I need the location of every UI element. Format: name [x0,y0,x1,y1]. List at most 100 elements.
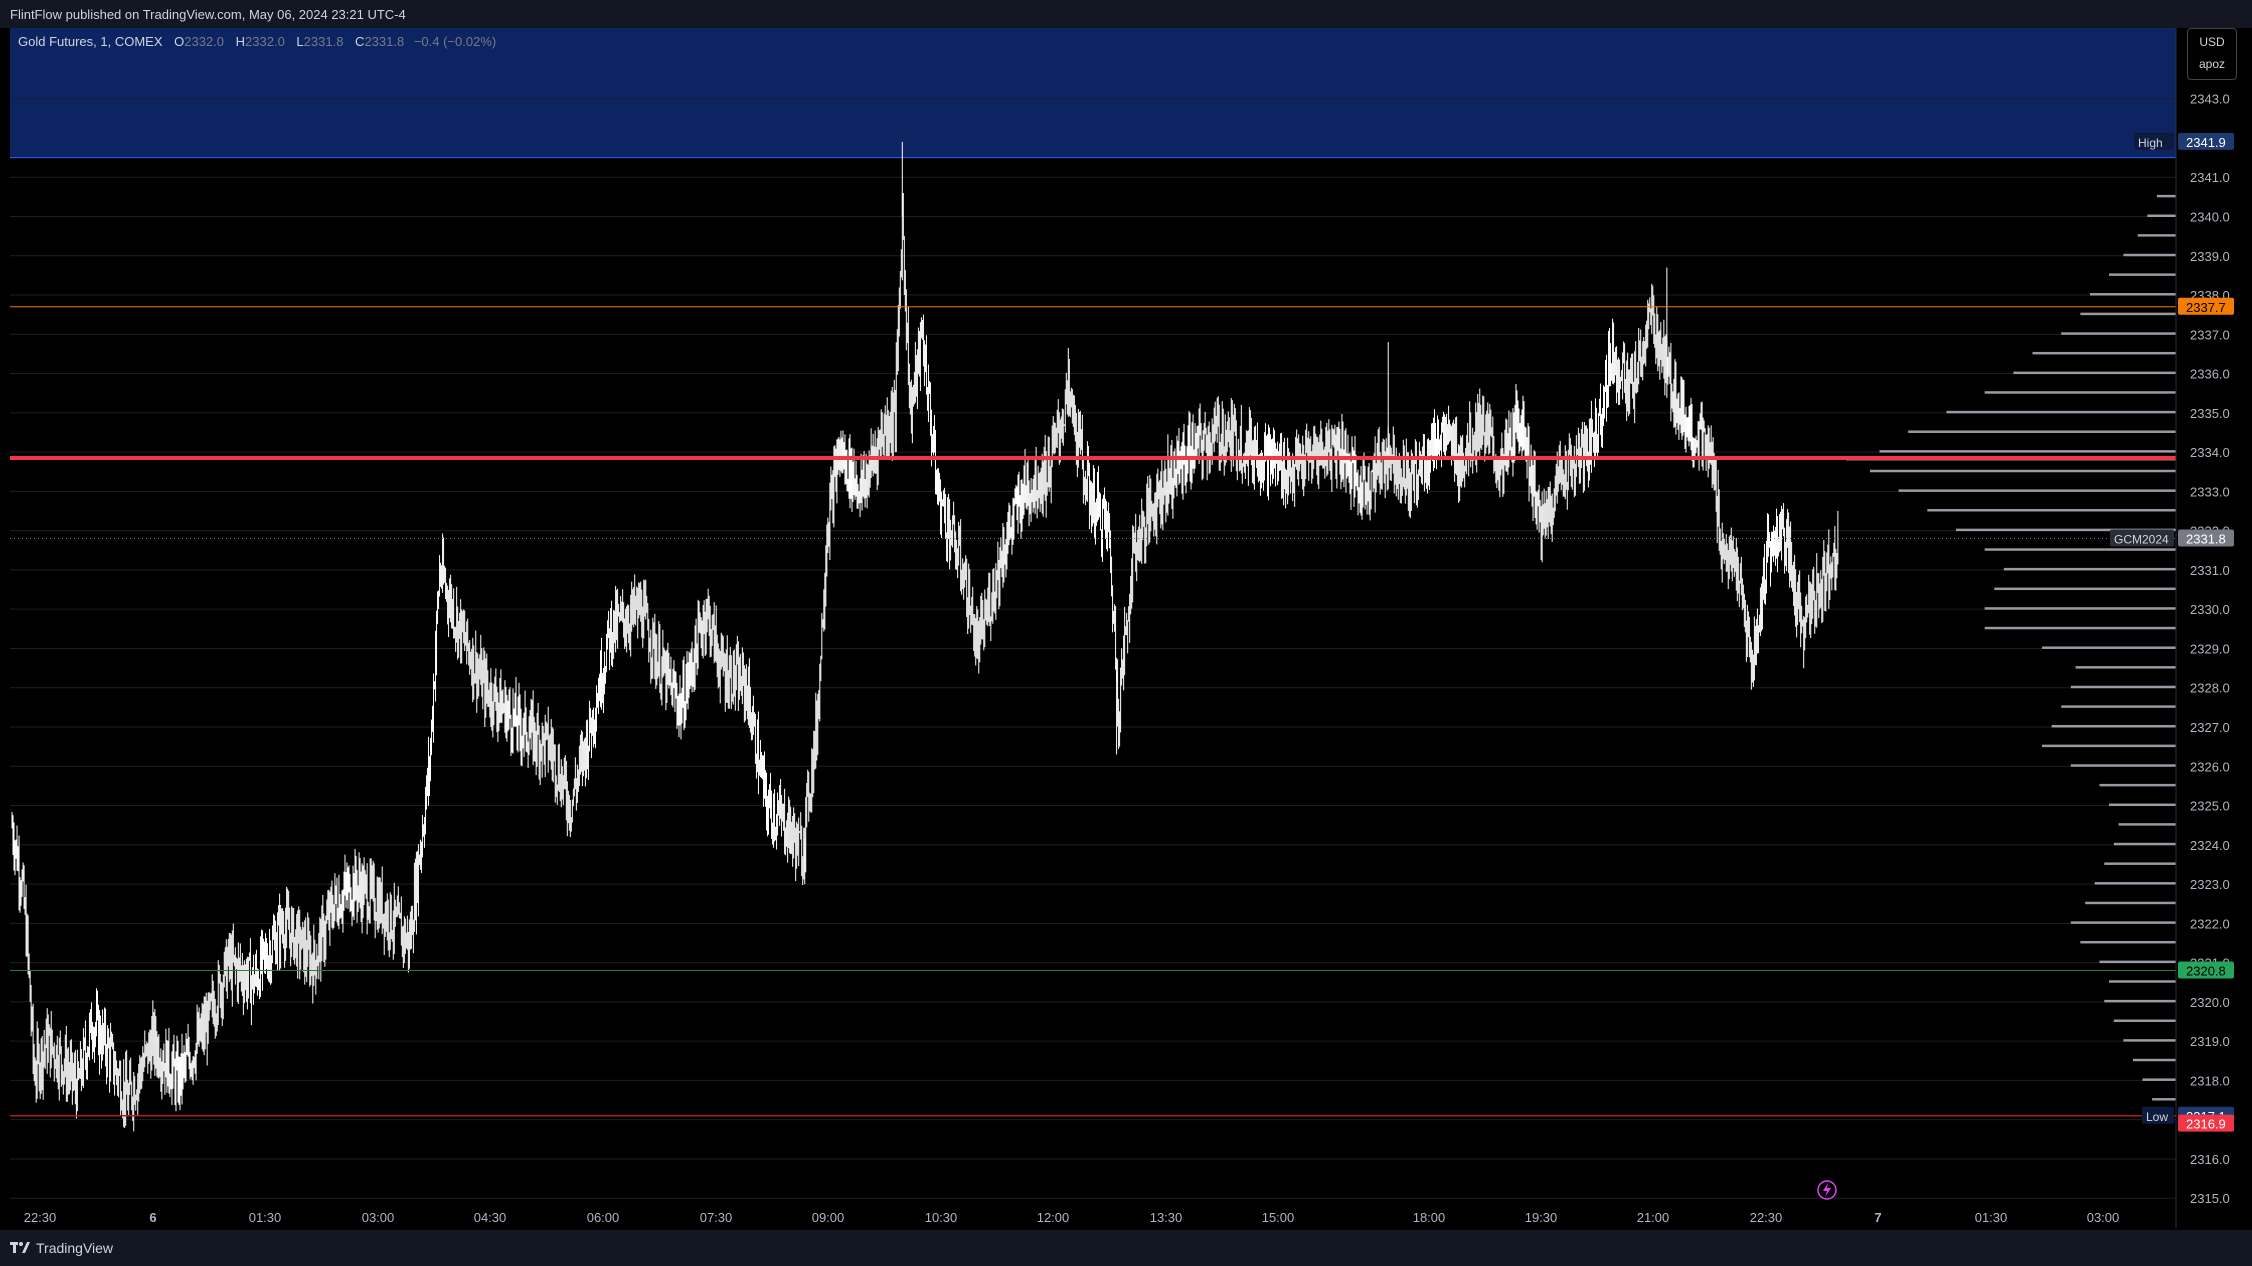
open-value: 2332.0 [184,34,225,49]
profile-bar [2109,980,2176,983]
profile-bar [2085,901,2176,905]
time-tick-label: 19:30 [1525,1210,1558,1225]
time-tick-label: 01:30 [249,1210,282,1225]
price-tick-label: 2326.0 [2190,759,2230,774]
profile-bar [2113,842,2176,846]
price-tick-label: 2339.0 [2190,249,2230,264]
profile-bar [1984,548,2176,551]
profile-bar [2142,1078,2176,1081]
footer-bar: TradingView [0,1230,2252,1266]
tv-logo-icon [10,1242,30,1253]
profile-bar [1898,489,2176,492]
symbol-title[interactable]: Gold Futures, 1, COMEX [18,34,163,49]
price-tick-label: 2316.0 [2190,1152,2230,1167]
profile-bar [1984,391,2176,394]
candle-series [11,141,1839,1132]
profile-bar [2099,783,2176,787]
brand[interactable]: TradingView [10,1240,113,1256]
price-tick-label: 2340.0 [2190,209,2230,224]
time-tick-label: 01:30 [1975,1210,2008,1225]
profile-bar [2042,646,2176,649]
price-label: 2320.8 [2186,963,2226,978]
price-tick-label: 2337.0 [2190,327,2230,342]
profile-bar [2132,1058,2176,1062]
price-label: 2337.7 [2186,300,2226,315]
profile-bar [2003,567,2176,571]
price-tick-label: 2333.0 [2190,484,2230,499]
lightning-icon [1817,1180,1837,1200]
low-label: L [296,34,304,49]
price-tick-label: 2327.0 [2190,720,2230,735]
price-tick-label: 2319.0 [2190,1034,2230,1049]
low-value: 2331.8 [303,34,344,49]
time-tick-label: 22:30 [24,1210,57,1225]
time-tick-label: 06:00 [587,1210,620,1225]
profile-bar [2013,371,2176,375]
price-tag-label: Low [2146,1110,2168,1124]
time-tick-label: 13:30 [1150,1210,1183,1225]
profile-bar [2118,823,2176,826]
profile-bar [2061,332,2176,335]
profile-bar [2070,921,2176,924]
price-tick-label: 2329.0 [2190,641,2230,656]
open-label: O [174,34,185,49]
profile-bar [1984,607,2176,610]
publish-line: FlintFlow published on TradingView.com, … [10,7,406,22]
profile-bar [2094,882,2176,885]
profile-bar [1946,410,2176,414]
profile-bar [2061,705,2176,708]
profile-bar [2070,685,2176,689]
time-tick-label: 04:30 [474,1210,507,1225]
profile-bar [2070,764,2176,767]
profile-bar [2152,1098,2176,1101]
time-tick-label: 7 [1874,1210,1881,1225]
price-tick-label: 2324.0 [2190,838,2230,853]
time-tick-label: 18:00 [1413,1210,1446,1225]
profile-bar [1869,469,2176,473]
profile-bar [1927,509,2176,512]
price-label: 2316.9 [2186,1117,2226,1132]
chart-canvas[interactable]: 2315.02316.02317.02318.02319.02320.02321… [10,28,2242,1228]
time-tick-label: 15:00 [1262,1210,1295,1225]
close-value: 2331.8 [364,34,405,49]
price-tick-label: 2336.0 [2190,367,2230,382]
profile-bar [1908,430,2176,433]
profile-bar [1879,450,2176,453]
price-tag-label: High [2138,136,2163,150]
profile-bar [2099,960,2176,964]
time-tick-label: 6 [149,1210,156,1225]
time-tick-label: 22:30 [1750,1210,1783,1225]
price-tick-label: 2325.0 [2190,799,2230,814]
symbol-legend: Gold Futures, 1, COMEX O2332.0 H2332.0 L… [18,34,496,49]
profile-bar [2032,351,2176,355]
time-tick-label: 03:00 [362,1210,395,1225]
time-tick-label: 10:30 [925,1210,958,1225]
profile-bar [1984,626,2176,630]
profile-bar [2104,862,2176,865]
price-tick-label: 2335.0 [2190,406,2230,421]
profile-bar [2109,273,2176,276]
currency-label: USD [2199,35,2225,49]
high-label: H [235,34,246,49]
time-tick-label: 12:00 [1037,1210,1070,1225]
price-tick-label: 2322.0 [2190,916,2230,931]
high-value: 2332.0 [245,34,285,49]
currency-scale-button[interactable]: USD apoz [2187,28,2237,80]
profile-bar [2156,194,2176,198]
price-tick-label: 2331.0 [2190,563,2230,578]
price-label: 2331.8 [2186,531,2226,546]
price-tick-label: 2334.0 [2190,445,2230,460]
price-tick-label: 2318.0 [2190,1073,2230,1088]
price-tick-label: 2328.0 [2190,681,2230,696]
price-label: 2341.9 [2186,135,2226,150]
time-tick-label: 03:00 [2087,1210,2120,1225]
profile-bar [2123,1039,2176,1042]
profile-bar [2042,744,2176,748]
profile-bar [2080,312,2176,316]
profile-bar [2051,724,2176,728]
chart-pane[interactable]: 2315.02316.02317.02318.02319.02320.02321… [10,28,2242,1228]
profile-bar [2147,214,2176,217]
time-tick-label: 09:00 [812,1210,845,1225]
profile-bar [1994,587,2176,591]
scale-mode-label: apoz [2198,57,2226,71]
